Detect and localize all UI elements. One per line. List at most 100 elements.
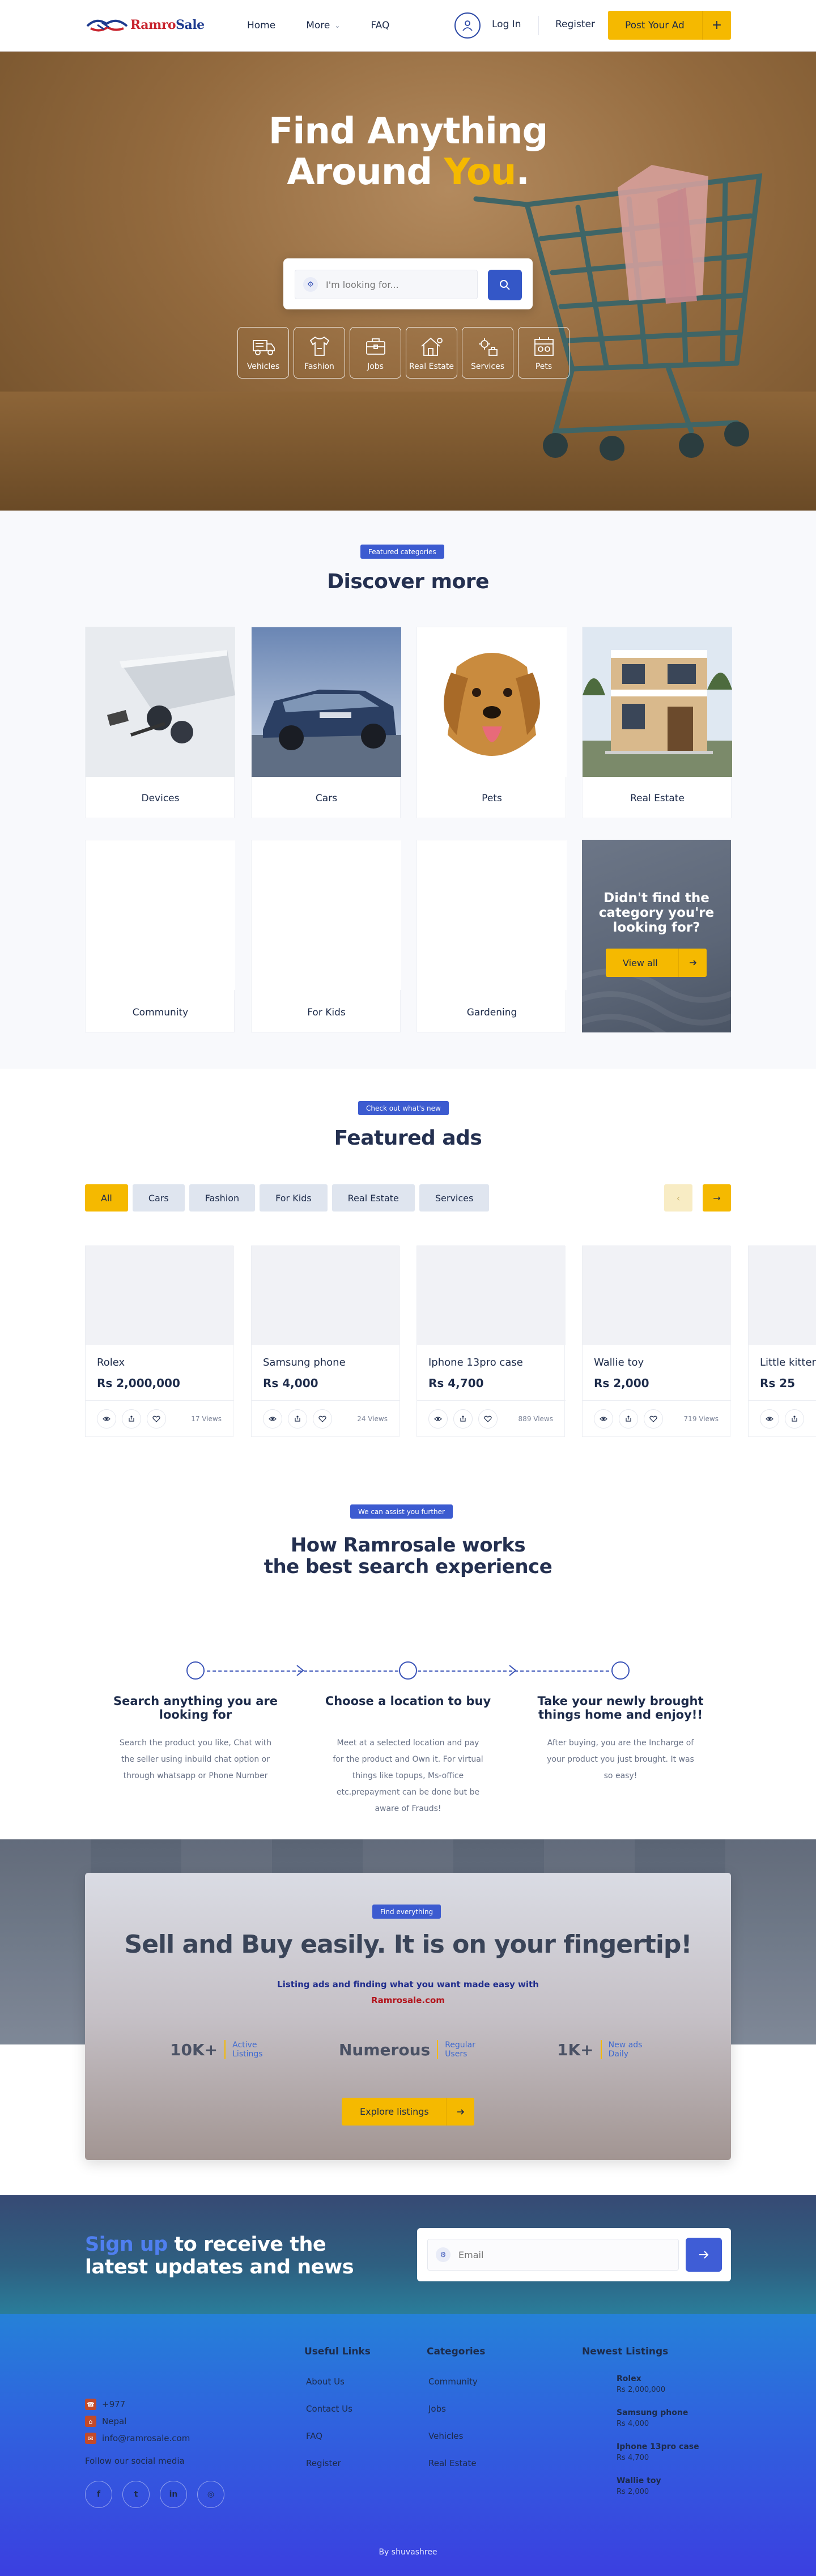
footer-link-register[interactable]: Register — [306, 2458, 341, 2468]
footer-email[interactable]: ✉ info@ramrosale.com — [85, 2430, 190, 2447]
ad-card[interactable]: Little kitten Rs 25 — [748, 1246, 816, 1437]
heart-icon[interactable] — [313, 1409, 332, 1429]
register-link[interactable]: Register — [555, 19, 595, 30]
footer-phone[interactable]: ☎ +977 — [85, 2396, 190, 2413]
heart-icon[interactable] — [478, 1409, 498, 1429]
filter-for-kids[interactable]: For Kids — [260, 1184, 328, 1212]
category-card-pets[interactable]: Pets — [416, 627, 567, 818]
ad-actions — [263, 1409, 338, 1429]
ad-card[interactable]: Rolex Rs 2,000,000 17 Views — [85, 1246, 234, 1437]
filter-cars[interactable]: Cars — [132, 1184, 185, 1212]
footer-category-community[interactable]: Community — [428, 2377, 478, 2387]
eye-icon[interactable] — [263, 1409, 282, 1429]
hero-category-vehicles[interactable]: Vehicles — [237, 327, 289, 379]
hero-category-real-estate[interactable]: Real Estate — [406, 327, 457, 379]
filter-services[interactable]: Services — [419, 1184, 490, 1212]
share-icon[interactable] — [785, 1409, 804, 1429]
newest-listing-item[interactable]: Iphone 13pro case Rs 4,700 — [617, 2442, 699, 2462]
view-all-button[interactable]: View all — [606, 949, 707, 977]
category-card-real-estate[interactable]: Real Estate — [582, 627, 732, 818]
carousel-next-button[interactable]: → — [703, 1184, 731, 1212]
category-card-gardening[interactable]: Gardening — [416, 840, 567, 1032]
subscribe-button[interactable] — [686, 2238, 722, 2272]
hero-category-pets[interactable]: Pets — [518, 327, 570, 379]
user-icon[interactable] — [454, 12, 481, 39]
how-it-works-title: How Ramrosale works the best search expe… — [0, 1534, 816, 1578]
community-image — [86, 840, 235, 990]
ad-card[interactable]: Iphone 13pro case Rs 4,700 889 Views — [416, 1246, 566, 1437]
logo[interactable]: RamroSale — [85, 14, 210, 36]
search-button[interactable] — [488, 270, 522, 300]
newsletter-email-field: ⚙ — [427, 2239, 679, 2271]
post-ad-button[interactable]: Post Your Ad + — [608, 11, 731, 40]
category-card-for-kids[interactable]: For Kids — [251, 840, 401, 1032]
footer-category-jobs[interactable]: Jobs — [428, 2404, 446, 2414]
linkedin-icon[interactable]: in — [160, 2481, 187, 2508]
facebook-icon[interactable]: f — [85, 2481, 112, 2508]
eye-icon[interactable] — [97, 1409, 116, 1429]
whats-new-badge: Check out what's new — [358, 1101, 449, 1115]
footer-link-about[interactable]: About Us — [306, 2377, 345, 2387]
filter-all[interactable]: All — [85, 1184, 128, 1212]
ad-views: 17 Views — [191, 1415, 222, 1423]
follow-social-label: Follow our social media — [85, 2456, 185, 2466]
hero-category-fashion[interactable]: Fashion — [294, 327, 345, 379]
newest-listing-item[interactable]: Wallie toy Rs 2,000 — [617, 2476, 661, 2496]
nav-home[interactable]: Home — [247, 18, 275, 33]
hero-category-jobs[interactable]: Jobs — [350, 327, 401, 379]
login-link[interactable]: Log In — [492, 19, 521, 30]
filter-real-estate[interactable]: Real Estate — [332, 1184, 415, 1212]
footer-category-vehicles[interactable]: Vehicles — [428, 2431, 463, 2441]
useful-links-title: Useful Links — [304, 2346, 371, 2357]
share-icon[interactable] — [122, 1409, 141, 1429]
category-label: For Kids — [307, 1007, 346, 1018]
twitter-icon[interactable]: t — [122, 2481, 150, 2508]
email-input[interactable] — [458, 2249, 674, 2260]
nav-more[interactable]: More ⌄ — [306, 18, 340, 33]
eye-icon[interactable] — [760, 1409, 779, 1429]
site-header: RamroSale Home More ⌄ FAQ Log In Register… — [0, 0, 816, 52]
heart-icon[interactable] — [147, 1409, 166, 1429]
ad-card[interactable]: Samsung phone Rs 4,000 24 Views — [251, 1246, 400, 1437]
newest-listing-item[interactable]: Rolex Rs 2,000,000 — [617, 2374, 665, 2394]
heart-icon[interactable] — [644, 1409, 663, 1429]
ad-title[interactable]: Little kitten — [760, 1357, 816, 1368]
footer-link-faq[interactable]: FAQ — [306, 2431, 322, 2441]
eye-icon[interactable] — [594, 1409, 613, 1429]
stat-new-ads: 1K+ New ads Daily — [557, 2040, 642, 2059]
eye-icon[interactable] — [428, 1409, 448, 1429]
category-card-community[interactable]: Community — [85, 840, 235, 1032]
share-icon[interactable] — [453, 1409, 473, 1429]
ad-actions — [428, 1409, 503, 1429]
ad-title[interactable]: Rolex — [97, 1357, 125, 1368]
category-label: Real Estate — [630, 793, 685, 804]
explore-listings-button[interactable]: Explore listings — [342, 2098, 474, 2126]
ad-title[interactable]: Wallie toy — [594, 1357, 644, 1368]
share-icon[interactable] — [619, 1409, 638, 1429]
stat-value: Numerous — [339, 2040, 431, 2059]
category-card-cars[interactable]: Cars — [251, 627, 401, 818]
stat-regular-users: Numerous Regular Users — [339, 2040, 475, 2059]
cta-title: Didn't find the category you're looking … — [598, 891, 715, 935]
ad-actions — [97, 1409, 172, 1429]
phone-icon: ☎ — [85, 2399, 96, 2410]
ad-title[interactable]: Iphone 13pro case — [428, 1357, 523, 1368]
nav-faq[interactable]: FAQ — [371, 18, 389, 33]
hero-category-services[interactable]: Services — [462, 327, 513, 379]
search-input[interactable] — [326, 279, 473, 290]
footer-category-real-estate[interactable]: Real Estate — [428, 2458, 477, 2468]
filter-fashion[interactable]: Fashion — [189, 1184, 256, 1212]
carousel-prev-button[interactable]: ‹ — [664, 1184, 692, 1212]
ad-card[interactable]: Wallie toy Rs 2,000 719 Views — [582, 1246, 731, 1437]
footer-link-contact[interactable]: Contact Us — [306, 2404, 352, 2414]
category-card-devices[interactable]: Devices — [85, 627, 235, 818]
sell-subtitle-link[interactable]: Ramrosale.com — [85, 1992, 731, 2008]
newest-listing-item[interactable]: Samsung phone Rs 4,000 — [617, 2408, 688, 2428]
step-1-title: Search anything you are looking for — [113, 1694, 278, 1721]
ad-title[interactable]: Samsung phone — [263, 1357, 346, 1368]
stat-label: New ads Daily — [608, 2041, 643, 2059]
share-icon[interactable] — [288, 1409, 307, 1429]
hero-search-field: ⚙ — [295, 270, 478, 299]
instagram-icon[interactable]: ◎ — [197, 2481, 224, 2508]
arrow-right-icon — [699, 2251, 709, 2259]
